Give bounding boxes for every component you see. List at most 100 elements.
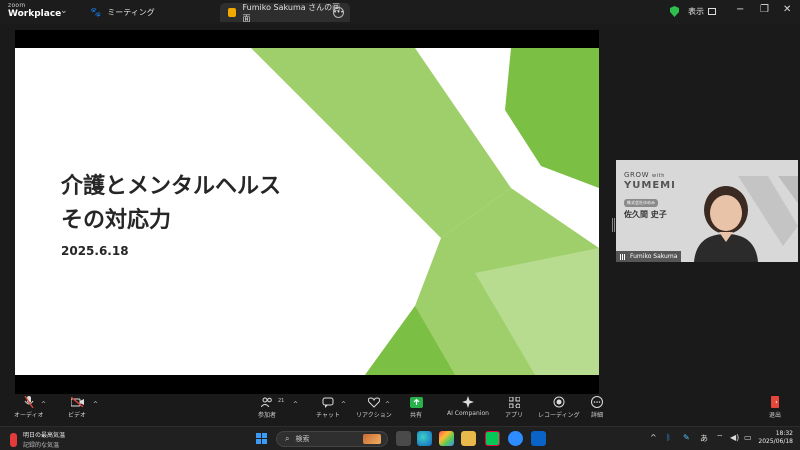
leave-door-icon bbox=[768, 396, 782, 408]
view-layout-icon bbox=[708, 8, 716, 15]
bluetooth-icon[interactable]: ᛒ bbox=[666, 433, 671, 442]
leave-button[interactable]: 退出 bbox=[768, 396, 782, 419]
chat-button[interactable]: チャット bbox=[316, 396, 340, 419]
ai-companion-label: AI Companion bbox=[447, 410, 489, 417]
grow-logo-with: with bbox=[651, 173, 665, 179]
record-icon bbox=[552, 396, 566, 408]
minimize-icon[interactable]: − bbox=[736, 4, 744, 15]
audio-options-caret[interactable]: ^ bbox=[41, 401, 46, 408]
system-clock[interactable]: 18:32 2025/06/18 bbox=[757, 430, 793, 446]
recording-label: レコーディング bbox=[538, 412, 580, 419]
tab-share-label: Fumiko Sakuma さんの画面 bbox=[242, 2, 341, 23]
more-button[interactable]: 詳細 bbox=[590, 396, 604, 419]
share-label: 共有 bbox=[409, 412, 422, 419]
windows-taskbar: 明日の最高気温 記録的な気温 ⌕ 検索 ^ ᛒ ✎ あ ⌔ ◀) ▭ 18:32… bbox=[0, 426, 800, 450]
slide-title-line1: 介護とメンタルヘルス bbox=[61, 174, 282, 199]
restore-icon[interactable]: ❐ bbox=[760, 4, 769, 15]
search-icon: ⌕ bbox=[285, 434, 290, 443]
task-view-icon[interactable] bbox=[396, 431, 411, 446]
more-options-icon[interactable]: ••• bbox=[333, 7, 344, 18]
workplace-logo-text: Workplace bbox=[8, 9, 62, 19]
company-badge: 株式会社ゆめみ bbox=[624, 199, 658, 207]
apps-button[interactable]: アプリ bbox=[505, 396, 523, 419]
file-explorer-icon[interactable] bbox=[461, 431, 476, 446]
participants-count: 21 bbox=[278, 398, 285, 404]
outlook-icon[interactable] bbox=[531, 431, 546, 446]
participant-name: Fumiko Sakuma bbox=[630, 253, 678, 260]
slide-title-line2: その対応力 bbox=[61, 208, 172, 233]
microphone-muted-icon bbox=[22, 396, 36, 408]
yumemi-logo-text: YUMEMI bbox=[624, 180, 676, 191]
slide-date: 2025.6.18 bbox=[61, 244, 129, 258]
weather-widget[interactable]: 明日の最高気温 記録的な気温 bbox=[10, 430, 65, 449]
heart-icon bbox=[367, 396, 381, 408]
tab-screen-share[interactable]: Fumiko Sakuma さんの画面 ••• bbox=[220, 2, 350, 23]
presentation-slide: 介護とメンタルヘルス その対応力 2025.6.18 bbox=[15, 48, 599, 375]
signal-strength-icon bbox=[620, 253, 627, 260]
view-button[interactable]: 表示 bbox=[688, 6, 716, 17]
title-bar: zoom Workplace ⌄ 🐾 ミーティング Fumiko Sakuma … bbox=[0, 0, 800, 24]
view-label: 表示 bbox=[688, 7, 704, 16]
ai-companion-button[interactable]: AI Companion bbox=[447, 396, 489, 417]
participants-label: 参加者 bbox=[258, 412, 277, 419]
chat-icon bbox=[321, 396, 335, 408]
camera-off-icon bbox=[70, 396, 84, 408]
chat-label: チャット bbox=[316, 412, 340, 419]
slide-stripe-dark bbox=[505, 48, 599, 188]
audio-button[interactable]: オーディオ bbox=[14, 396, 44, 419]
weather-title: 明日の最高気温 bbox=[23, 432, 66, 439]
copilot-icon[interactable] bbox=[439, 431, 454, 446]
search-placeholder: 検索 bbox=[295, 435, 310, 443]
recording-button[interactable]: レコーディング bbox=[538, 396, 580, 419]
clock-time: 18:32 bbox=[775, 430, 793, 437]
share-button[interactable]: 共有 bbox=[409, 396, 423, 419]
share-screen-icon bbox=[228, 8, 237, 17]
apps-label: アプリ bbox=[505, 412, 524, 419]
reactions-options-caret[interactable]: ^ bbox=[385, 401, 390, 408]
line-app-icon[interactable] bbox=[485, 431, 500, 446]
tab-meeting[interactable]: 🐾 ミーティング bbox=[82, 3, 212, 22]
volume-icon[interactable]: ◀) bbox=[730, 433, 739, 442]
split-resize-handle[interactable] bbox=[612, 218, 615, 232]
reactions-label: リアクション bbox=[356, 412, 392, 419]
paw-icon: 🐾 bbox=[90, 7, 102, 18]
slide-stripe-light bbox=[251, 48, 511, 238]
tray-overflow-icon[interactable]: ^ bbox=[650, 433, 657, 442]
slide-title: 介護とメンタルヘルス その対応力 bbox=[61, 170, 281, 238]
windows-start-icon[interactable] bbox=[256, 433, 267, 444]
participant-name-chip: Fumiko Sakuma bbox=[616, 251, 682, 262]
chat-options-caret[interactable]: ^ bbox=[341, 401, 346, 408]
more-label: 詳細 bbox=[590, 412, 603, 419]
edge-browser-icon[interactable] bbox=[417, 431, 432, 446]
ellipsis-icon bbox=[590, 396, 604, 408]
search-highlight-image bbox=[363, 434, 381, 444]
pen-icon[interactable]: ✎ bbox=[683, 433, 690, 442]
chevron-down-icon[interactable]: ⌄ bbox=[60, 6, 68, 16]
grow-logo-text: GROW bbox=[624, 171, 650, 179]
meeting-toolbar: オーディオ ^ ビデオ ^ 参加者 21 ^ チャット ^ リアクション ^ 共… bbox=[0, 396, 800, 424]
participant-avatar bbox=[694, 186, 758, 262]
battery-icon[interactable]: ▭ bbox=[744, 433, 752, 442]
participants-button[interactable]: 参加者 bbox=[258, 396, 276, 419]
apps-grid-icon bbox=[507, 396, 521, 408]
ime-indicator[interactable]: あ bbox=[700, 433, 708, 444]
video-options-caret[interactable]: ^ bbox=[93, 401, 98, 408]
weather-subtitle: 記録的な気温 bbox=[23, 442, 60, 449]
participants-icon bbox=[260, 396, 274, 408]
participant-video-tile[interactable]: GROW with YUMEMI 株式会社ゆめみ 佐久間 史子 Fumiko S… bbox=[616, 160, 798, 262]
close-icon[interactable]: ✕ bbox=[783, 4, 791, 15]
tab-meeting-label: ミーティング bbox=[107, 8, 155, 17]
share-arrow-icon bbox=[409, 396, 423, 408]
zoom-app-icon[interactable] bbox=[508, 431, 523, 446]
video-label: ビデオ bbox=[68, 412, 87, 419]
taskbar-search[interactable]: ⌕ 検索 bbox=[276, 431, 388, 447]
presenter-name: 佐久間 史子 bbox=[624, 210, 667, 219]
leave-label: 退出 bbox=[768, 412, 781, 419]
thermometer-icon bbox=[10, 432, 17, 447]
security-shield-icon[interactable] bbox=[670, 6, 679, 17]
video-button[interactable]: ビデオ bbox=[68, 396, 86, 419]
sparkle-icon bbox=[461, 396, 475, 408]
clock-date: 2025/06/18 bbox=[758, 438, 793, 445]
participants-options-caret[interactable]: ^ bbox=[293, 401, 298, 408]
wifi-icon[interactable]: ⌔ bbox=[716, 433, 724, 443]
